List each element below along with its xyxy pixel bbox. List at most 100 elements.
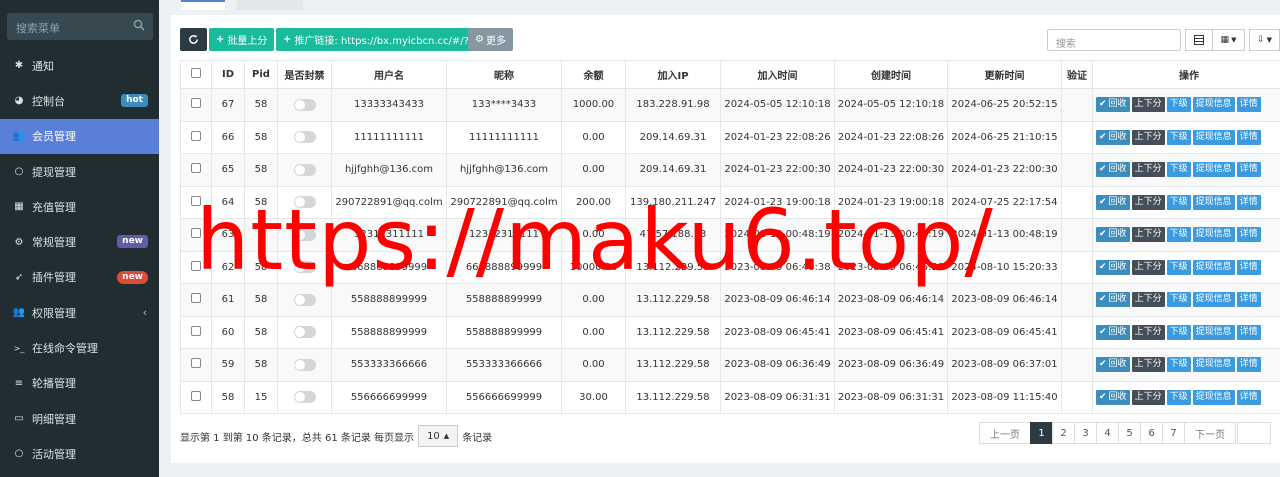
search-icon[interactable] [133,19,145,31]
op-button-2[interactable]: 下级 [1166,389,1191,405]
refresh-button[interactable] [180,28,207,51]
ban-toggle[interactable] [293,293,316,306]
op-button-2[interactable]: 下级 [1166,162,1191,178]
more-button[interactable]: ⚙ 更多 [468,28,513,51]
op-button-0[interactable]: ✔ 回收 [1096,357,1130,373]
row-checkbox[interactable] [191,390,201,401]
op-button-2[interactable]: 下级 [1166,324,1191,340]
sidebar-item[interactable]: ≡ 轮播管理 [0,366,159,401]
op-button-2[interactable]: 下级 [1166,227,1191,243]
col-header-username[interactable]: 用户名 [331,60,447,89]
row-checkbox[interactable] [191,260,201,271]
table-row[interactable]: 62 58 668888899999 668888899999 10000.00 13.1… [180,250,1280,284]
row-checkbox[interactable] [191,195,201,206]
op-button-2[interactable]: 下级 [1166,357,1191,373]
table-search-input[interactable]: 搜索 [1047,29,1181,51]
prev-page-button[interactable]: 上一页 [979,422,1031,444]
col-header-id[interactable]: ID [211,60,245,89]
ban-toggle[interactable] [293,261,316,274]
ban-toggle[interactable] [293,131,316,144]
export-dropdown-button[interactable]: ⇩ ▼ [1249,29,1280,51]
page-button[interactable]: 7 [1162,422,1185,444]
col-header-nickname[interactable]: 昵称 [446,60,562,89]
op-button-0[interactable]: ✔ 回收 [1096,194,1130,210]
col-header-banned[interactable]: 是否封禁 [277,60,332,89]
ban-toggle[interactable] [293,98,316,111]
op-button-2[interactable]: 下级 [1166,194,1191,210]
op-button-0[interactable]: ✔ 回收 [1096,259,1130,275]
op-button-4[interactable]: 详情 [1236,357,1261,373]
op-button-2[interactable]: 下级 [1166,129,1191,145]
ban-toggle[interactable] [293,391,316,404]
col-header-pid[interactable]: Pid [244,60,278,89]
ban-toggle[interactable] [293,326,316,339]
page-button[interactable]: 5 [1118,422,1141,444]
table-row[interactable]: 58 15 556666699999 556666699999 30.00 13.112.… [180,380,1280,414]
page-jump-input[interactable] [1237,422,1271,444]
sidebar-item[interactable]: ➶ 插件管理 new [0,260,159,295]
table-row[interactable]: 64 58 290722891@qq.colm 290722891@qq.colm 20… [180,185,1280,219]
sidebar-item[interactable]: ▭ 明细管理 [0,401,159,436]
op-button-3[interactable]: 提现信息 [1192,389,1235,405]
op-button-3[interactable]: 提现信息 [1192,357,1235,373]
col-header-verify[interactable]: 验证 [1061,60,1093,89]
op-button-2[interactable]: 下级 [1166,292,1191,308]
op-button-3[interactable]: 提现信息 [1192,129,1235,145]
tab-inactive[interactable] [237,0,303,10]
sidebar-item[interactable]: ⚙ 常规管理 new [0,224,159,259]
op-button-1[interactable]: 上下分 [1131,259,1165,275]
ban-toggle[interactable] [293,163,316,176]
op-button-1[interactable]: 上下分 [1131,97,1165,113]
page-button[interactable]: 4 [1096,422,1119,444]
row-checkbox[interactable] [191,228,201,239]
op-button-3[interactable]: 提现信息 [1192,227,1235,243]
sidebar-item[interactable]: ○ 活动管理 [0,436,159,471]
row-checkbox[interactable] [191,98,201,109]
row-checkbox[interactable] [191,163,201,174]
sidebar-item[interactable]: ◕ 控制台 hot [0,83,159,118]
op-button-4[interactable]: 详情 [1236,292,1261,308]
ban-toggle[interactable] [293,358,316,371]
op-button-3[interactable]: 提现信息 [1192,259,1235,275]
menu-search-input[interactable]: 搜索菜单 [7,13,153,40]
op-button-0[interactable]: ✔ 回收 [1096,129,1130,145]
op-button-1[interactable]: 上下分 [1131,324,1165,340]
row-checkbox[interactable] [191,130,201,141]
op-button-3[interactable]: 提现信息 [1192,194,1235,210]
op-button-1[interactable]: 上下分 [1131,292,1165,308]
op-button-3[interactable]: 提现信息 [1192,162,1235,178]
sidebar-item[interactable]: >_ 在线命令管理 [0,330,159,365]
col-header-join-time[interactable]: 加入时间 [720,60,835,89]
sidebar-item[interactable]: 👥 权限管理 ‹ [0,295,159,330]
op-button-4[interactable]: 详情 [1236,97,1261,113]
op-button-4[interactable]: 详情 [1236,227,1261,243]
page-button[interactable]: 1 [1030,422,1053,444]
sidebar-item[interactable]: ✱ 通知 [0,48,159,83]
row-checkbox[interactable] [191,293,201,304]
table-row[interactable]: 67 58 13333343433 133****3433 1000.00 183.228… [180,88,1280,122]
table-row[interactable]: 63 1 12312311111 12312311111 0.00 47.57.188.1… [180,218,1280,252]
table-row[interactable]: 66 58 11111111111 11111111111 0.00 209.14.69.… [180,120,1280,154]
table-row[interactable]: 65 58 hjjfghh@136.com hjjfghh@136.com 0.00 20… [180,153,1280,187]
row-checkbox[interactable] [191,358,201,369]
batch-add-button[interactable]: + 批量上分 [209,28,275,51]
col-header-create-time[interactable]: 创建时间 [834,60,948,89]
page-button[interactable]: 6 [1140,422,1163,444]
op-button-0[interactable]: ✔ 回收 [1096,324,1130,340]
op-button-3[interactable]: 提现信息 [1192,97,1235,113]
op-button-0[interactable]: ✔ 回收 [1096,162,1130,178]
col-header-join-ip[interactable]: 加入IP [625,60,721,89]
table-row[interactable]: 59 58 553333366666 553333366666 0.00 13.112.2… [180,348,1280,382]
op-button-4[interactable]: 详情 [1236,129,1261,145]
col-header-balance[interactable]: 余额 [561,60,626,89]
tab-active[interactable] [181,0,225,10]
next-page-button[interactable]: 下一页 [1184,422,1236,444]
table-row[interactable]: 61 58 558888899999 558888899999 0.00 13.112.2… [180,283,1280,317]
op-button-0[interactable]: ✔ 回收 [1096,97,1130,113]
op-button-1[interactable]: 上下分 [1131,194,1165,210]
op-button-2[interactable]: 下级 [1166,97,1191,113]
op-button-1[interactable]: 上下分 [1131,162,1165,178]
op-button-4[interactable]: 详情 [1236,194,1261,210]
op-button-0[interactable]: ✔ 回收 [1096,389,1130,405]
op-button-4[interactable]: 详情 [1236,162,1261,178]
